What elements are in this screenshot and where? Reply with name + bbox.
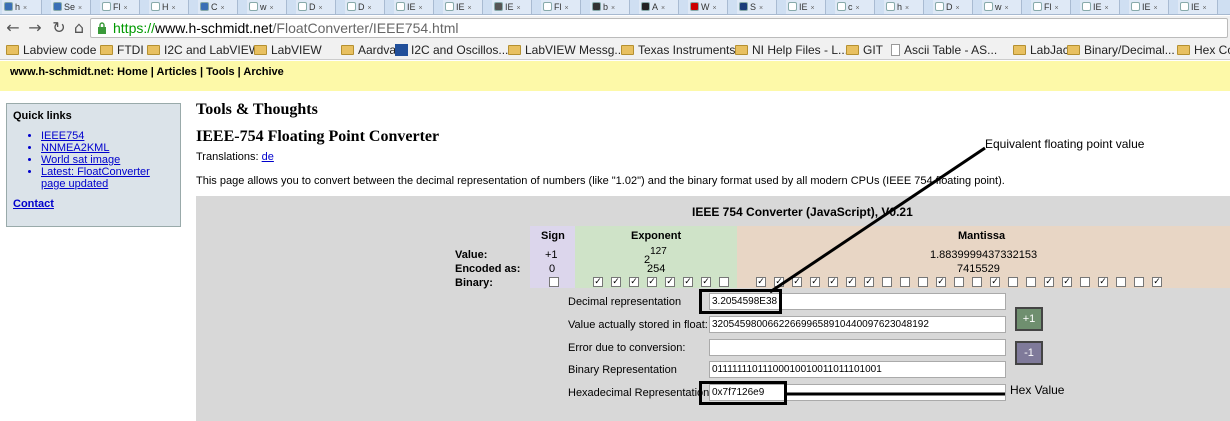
float-annotation: Equivalent floating point value — [985, 137, 1145, 151]
hex-annotation: Hex Value — [1010, 383, 1065, 397]
annotation-arrows — [769, 146, 1005, 396]
float-arrow-line — [769, 146, 986, 294]
